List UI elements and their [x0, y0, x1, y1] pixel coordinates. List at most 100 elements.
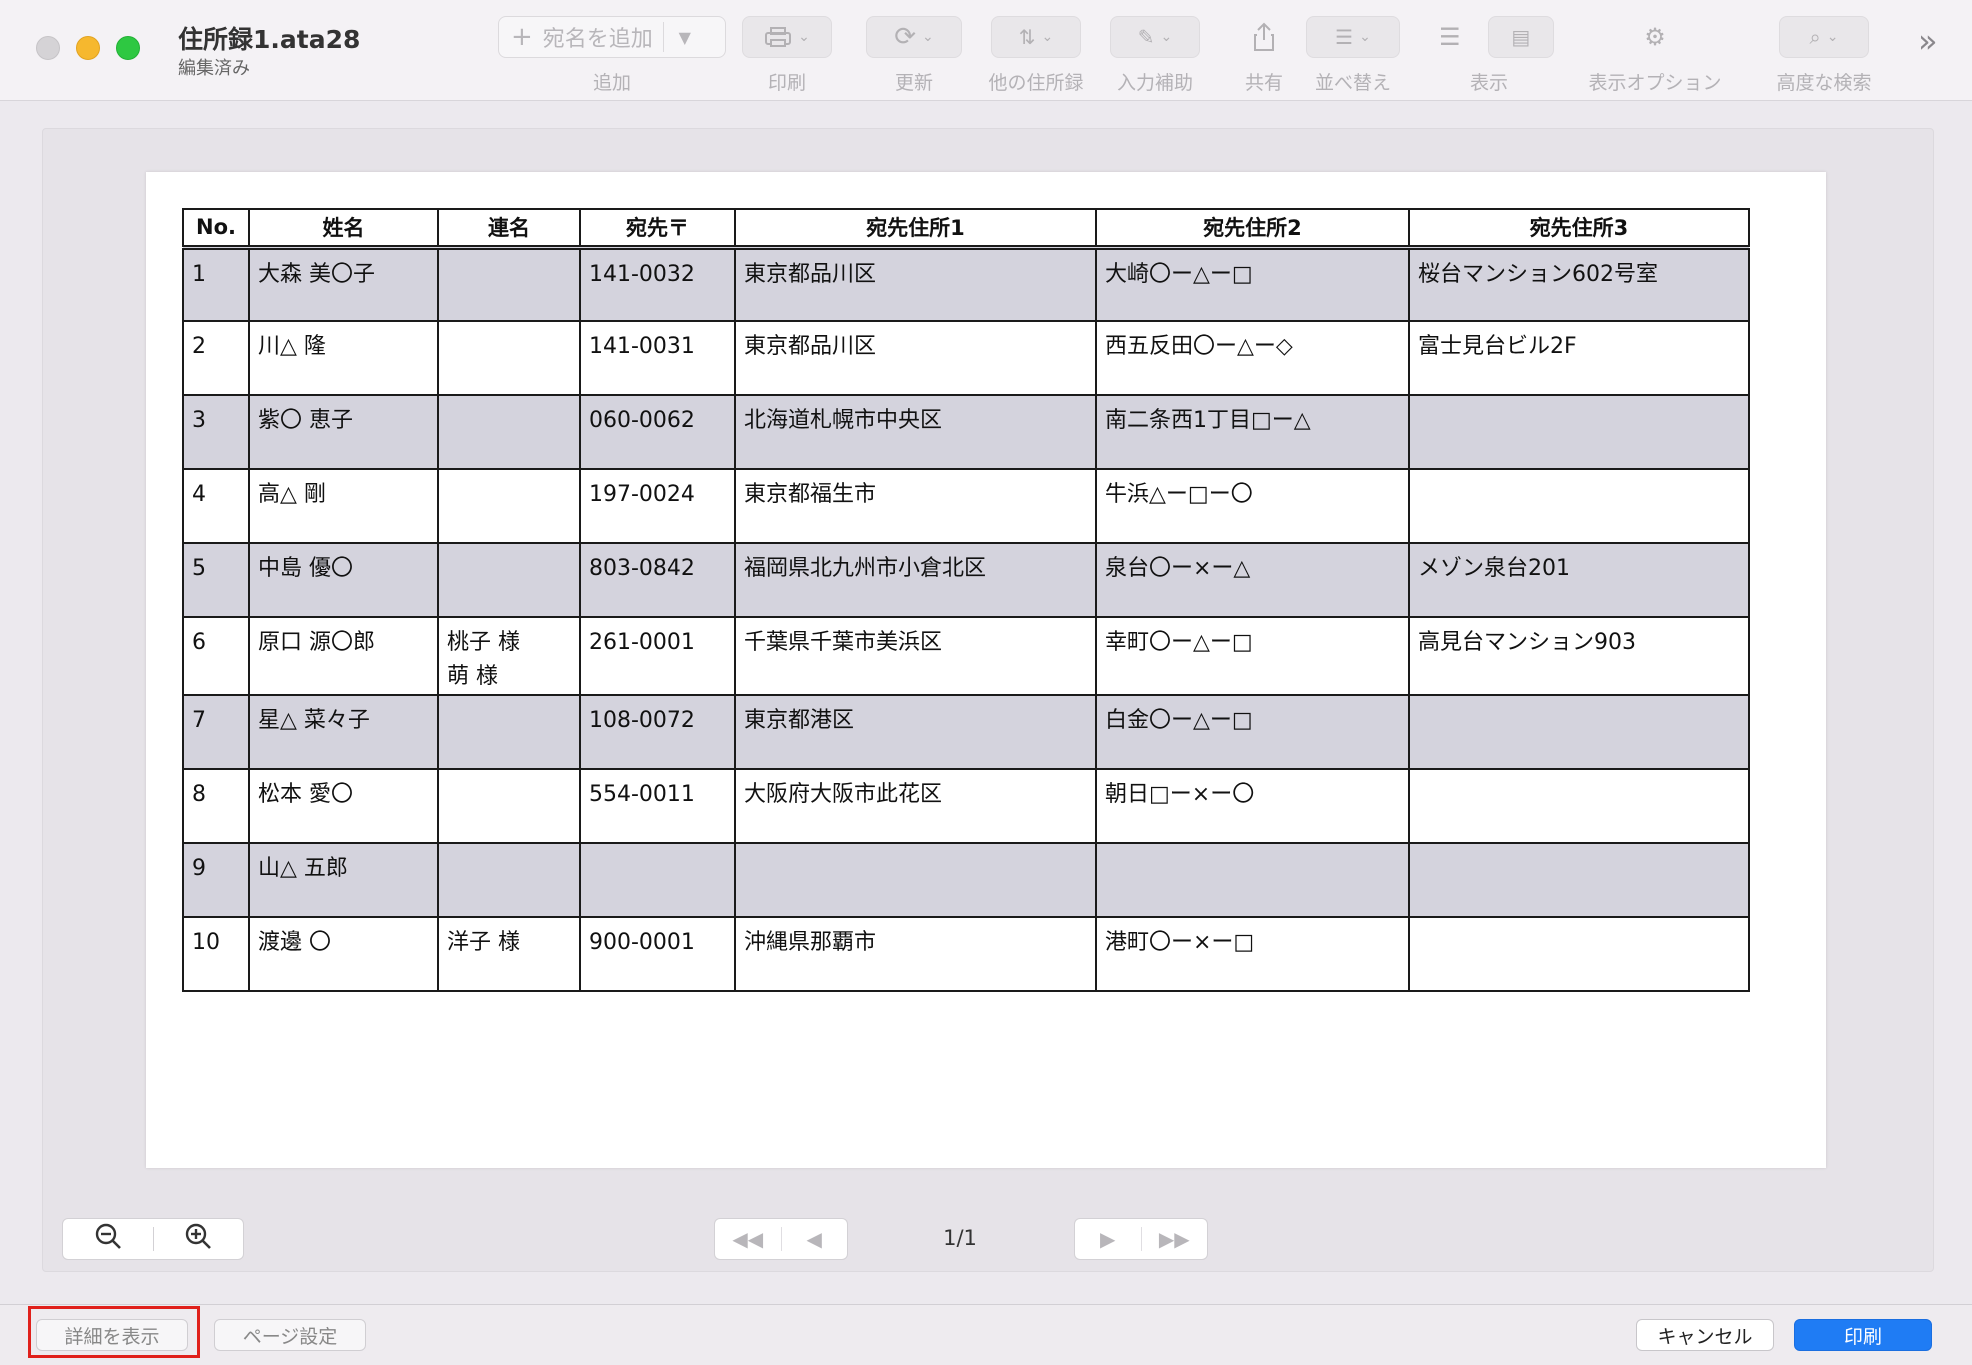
- cell-renmei: [437, 768, 581, 844]
- card-view-icon[interactable]: ▤: [1487, 16, 1554, 58]
- pager-forward-controls: ▶ ▶▶: [1074, 1218, 1208, 1260]
- view-switcher: ☰ ▤: [1424, 16, 1554, 58]
- cell-zip: 141-0031: [579, 320, 736, 396]
- toolbar-sort[interactable]: ☰ ⌄ 並べ替え: [1306, 16, 1400, 94]
- column-header: 連名: [437, 208, 581, 250]
- cell-renmei: 洋子 様: [437, 916, 581, 992]
- cell-zip: 060-0062: [579, 394, 736, 470]
- dialog-button-bar: 詳細を表示 ページ設定 キャンセル 印刷: [0, 1304, 1972, 1365]
- cell-zip: 108-0072: [579, 694, 736, 770]
- column-header: No.: [182, 208, 250, 250]
- first-page-icon[interactable]: ◀◀: [715, 1227, 781, 1251]
- cell-name: 渡邊 〇: [248, 916, 439, 992]
- cell-addr2: 大崎〇ー△ー□: [1095, 246, 1410, 322]
- print-menu-button[interactable]: ⌄: [742, 16, 832, 58]
- cell-addr2: 泉台〇ー×ー△: [1095, 542, 1410, 618]
- zoom-controls: [62, 1218, 244, 1260]
- other-addressbook-button[interactable]: ⇅ ⌄: [991, 16, 1081, 58]
- chevron-down-icon: ⌄: [1160, 29, 1173, 45]
- cell-addr2: 南二条西1丁目□ー△: [1095, 394, 1410, 470]
- sort-lines-icon: ☰: [1335, 25, 1354, 49]
- cell-no: 10: [182, 916, 250, 992]
- cell-name: 星△ 菜々子: [248, 694, 439, 770]
- chevron-down-icon: ⌄: [1359, 29, 1371, 45]
- cancel-button[interactable]: キャンセル: [1636, 1319, 1774, 1351]
- cell-name: 川△ 隆: [248, 320, 439, 396]
- cell-no: 7: [182, 694, 250, 770]
- input-assist-button[interactable]: ✎ ⌄: [1110, 16, 1200, 58]
- toolbar-print[interactable]: ⌄ 印刷: [742, 16, 832, 94]
- import-export-icon: ⇅: [1018, 25, 1036, 49]
- pen-icon: ✎: [1137, 25, 1155, 49]
- cell-no: 4: [182, 468, 250, 544]
- view-options-icon[interactable]: ⚙: [1580, 16, 1730, 58]
- cell-addr2: [1095, 842, 1410, 918]
- zoom-window-button[interactable]: [116, 36, 140, 60]
- cell-addr2: 西五反田〇ー△ー◇: [1095, 320, 1410, 396]
- cell-no: 1: [182, 246, 250, 322]
- page-setup-button[interactable]: ページ設定: [214, 1319, 366, 1351]
- table-row: 7 星△ 菜々子 108-0072 東京都港区 白金〇ー△ー□: [182, 694, 1750, 770]
- cell-no: 5: [182, 542, 250, 618]
- cell-addr1: [734, 842, 1097, 918]
- cell-addr3: [1408, 468, 1750, 544]
- cell-renmei: [437, 468, 581, 544]
- toolbar-other-addressbook[interactable]: ⇅ ⌄ 他の住所録: [986, 16, 1086, 94]
- cell-renmei: [437, 320, 581, 396]
- toolbar-label-print: 印刷: [767, 72, 806, 94]
- toolbar-overflow-icon[interactable]: »: [1918, 22, 1938, 60]
- cell-renmei: [437, 246, 581, 322]
- toolbar: 住所録1.ata28 編集済み + 宛名を追加 ▼ 追加 ⌄ 印刷 ⟳ ⌄ 更新…: [0, 0, 1972, 101]
- zoom-out-icon[interactable]: [63, 1221, 153, 1258]
- cell-addr3: [1408, 768, 1750, 844]
- toolbar-input-assist[interactable]: ✎ ⌄ 入力補助: [1110, 16, 1200, 94]
- cell-zip: 261-0001: [579, 616, 736, 696]
- toolbar-label-sort: 並べ替え: [1314, 72, 1391, 94]
- print-button[interactable]: 印刷: [1794, 1319, 1932, 1351]
- last-page-icon[interactable]: ▶▶: [1142, 1227, 1208, 1251]
- toolbar-label-refresh: 更新: [894, 72, 933, 94]
- cell-addr3: [1408, 916, 1750, 992]
- table-row: 2 川△ 隆 141-0031 東京都品川区 西五反田〇ー△ー◇ 富士見台ビル2…: [182, 320, 1750, 396]
- toolbar-label-view: 表示: [1469, 72, 1508, 94]
- cell-addr3: メゾン泉台201: [1408, 542, 1750, 618]
- cell-addr3: [1408, 394, 1750, 470]
- cell-addr1: 東京都港区: [734, 694, 1097, 770]
- toolbar-label-advanced-search: 高度な検索: [1776, 72, 1872, 94]
- toolbar-advanced-search[interactable]: ⌕ ⌄ 高度な検索: [1764, 16, 1884, 94]
- next-page-icon[interactable]: ▶: [1075, 1227, 1141, 1251]
- chevron-down-icon[interactable]: ▼: [664, 28, 706, 47]
- cell-name: 松本 愛〇: [248, 768, 439, 844]
- zoom-in-icon[interactable]: [154, 1221, 244, 1258]
- column-header: 宛先住所2: [1095, 208, 1410, 250]
- refresh-icon: ⟳: [894, 22, 917, 52]
- cell-addr3: 桜台マンション602号室: [1408, 246, 1750, 322]
- cell-renmei: [437, 394, 581, 470]
- minimize-window-button[interactable]: [76, 36, 100, 60]
- cell-addr1: 東京都福生市: [734, 468, 1097, 544]
- table-row: 1 大森 美〇子 141-0032 東京都品川区 大崎〇ー△ー□ 桜台マンション…: [182, 246, 1750, 322]
- cell-addr1: 東京都品川区: [734, 246, 1097, 322]
- toolbar-share[interactable]: 共有: [1234, 16, 1294, 94]
- share-icon[interactable]: [1234, 16, 1294, 58]
- toolbar-refresh[interactable]: ⟳ ⌄ 更新: [866, 16, 962, 94]
- advanced-search-button[interactable]: ⌕ ⌄: [1779, 16, 1869, 58]
- toolbar-view-options[interactable]: ⚙ 表示オプション: [1580, 16, 1730, 94]
- previous-page-icon[interactable]: ◀: [782, 1227, 848, 1251]
- cell-name: 高△ 剛: [248, 468, 439, 544]
- column-header: 宛先〒: [579, 208, 736, 250]
- refresh-menu-button[interactable]: ⟳ ⌄: [866, 16, 962, 58]
- list-view-icon[interactable]: ☰: [1424, 16, 1476, 58]
- table-row: 3 紫〇 恵子 060-0062 北海道札幌市中央区 南二条西1丁目□ー△: [182, 394, 1750, 470]
- chevron-down-icon: ⌄: [1826, 29, 1839, 45]
- add-recipient-control[interactable]: + 宛名を追加 ▼: [498, 16, 726, 58]
- add-recipient-label: 宛名を追加: [542, 27, 653, 52]
- cell-no: 3: [182, 394, 250, 470]
- cell-no: 9: [182, 842, 250, 918]
- close-window-button[interactable]: [36, 36, 60, 60]
- table-row: 5 中島 優〇 803-0842 福岡県北九州市小倉北区 泉台〇ー×ー△ メゾン…: [182, 542, 1750, 618]
- sort-button[interactable]: ☰ ⌄: [1306, 16, 1400, 58]
- cell-addr2: 朝日□ー×ー〇: [1095, 768, 1410, 844]
- toolbar-label-share: 共有: [1244, 72, 1283, 94]
- toolbar-label-view-options: 表示オプション: [1588, 72, 1722, 94]
